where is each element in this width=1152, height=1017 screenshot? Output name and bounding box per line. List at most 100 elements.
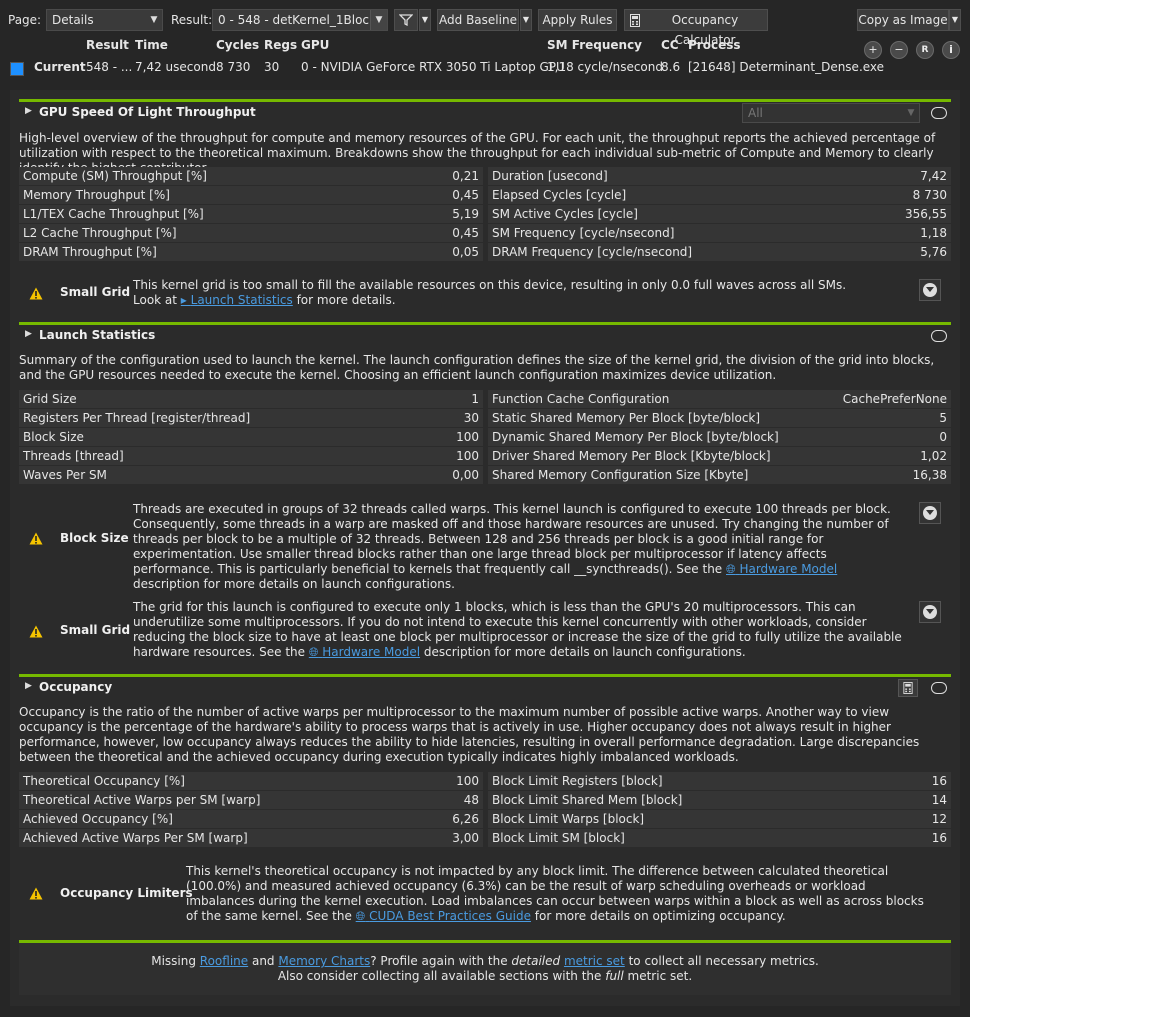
metric-row: DRAM Throughput [%] 0,05 — [19, 243, 483, 261]
metric-value: 0,21 — [452, 169, 479, 183]
expand-triangle-icon: ▶ — [25, 106, 32, 116]
expand-warning-button[interactable] — [919, 502, 941, 524]
globe-icon: 🌐︎ — [355, 909, 366, 923]
missing-sections-footer: Missing Roofline and Memory Charts? Prof… — [19, 940, 951, 995]
metric-value: 8 730 — [912, 188, 947, 202]
current-sm-frequency: 1,18 cycle/nsecond — [547, 60, 663, 74]
zoom-out-icon[interactable]: − — [890, 41, 908, 59]
metric-row: Driver Shared Memory Per Block [Kbyte/bl… — [488, 447, 951, 465]
section-description: Summary of the configuration used to lau… — [19, 353, 935, 382]
launch-statistics-link[interactable]: ▸ Launch Statistics — [181, 293, 293, 307]
current-gpu: 0 - NVIDIA GeForce RTX 3050 Ti Laptop GP… — [301, 60, 565, 74]
footer-text: Also consider collecting all available s… — [277, 969, 606, 983]
sol-filter-select[interactable]: All ▼ — [742, 103, 920, 123]
warning-text: This kernel grid is too small to fill th… — [133, 278, 873, 308]
warning-icon — [29, 625, 43, 638]
warning-name: Small Grid — [60, 285, 131, 299]
metric-row: Achieved Active Warps Per SM [warp] 3,00 — [19, 829, 483, 847]
section-title: Launch Statistics — [39, 328, 156, 342]
comment-icon[interactable] — [931, 330, 947, 342]
add-baseline-button[interactable]: Add Baseline — [437, 9, 519, 31]
expand-warning-button[interactable] — [919, 601, 941, 623]
col-process: Process — [688, 38, 741, 52]
page-select[interactable]: Details ▼ — [46, 9, 163, 31]
result-select[interactable]: 0 - 548 - detKernel_1Block ▼ — [212, 9, 388, 31]
metric-value: 100 — [456, 449, 479, 463]
roofline-link[interactable]: Roofline — [200, 954, 248, 968]
metric-row: Grid Size 1 — [19, 390, 483, 408]
metric-value: 5 — [939, 411, 947, 425]
add-baseline-dropdown-button[interactable]: ▼ — [520, 9, 532, 31]
apply-rules-button[interactable]: Apply Rules — [538, 9, 617, 31]
metric-value: CachePreferNone — [842, 392, 947, 406]
app-window: Page: Details ▼ Result: 0 - 548 - detKer… — [0, 0, 970, 1017]
metric-name: Block Limit SM [block] — [492, 831, 625, 845]
metric-name: Shared Memory Configuration Size [Kbyte] — [492, 468, 749, 482]
metric-value: 0,45 — [452, 188, 479, 202]
chevron-down-icon: ▼ — [522, 15, 530, 24]
occupancy-calculator-button[interactable]: Occupancy Calculator — [624, 9, 768, 47]
warning-text: This kernel's theoretical occupancy is n… — [186, 864, 936, 924]
cuda-best-practices-link-label: CUDA Best Practices Guide — [369, 909, 531, 923]
col-result: Result — [86, 38, 129, 52]
metric-name: Driver Shared Memory Per Block [Kbyte/bl… — [492, 449, 771, 463]
metric-name: Dynamic Shared Memory Per Block [byte/bl… — [492, 430, 779, 444]
metric-row: Elapsed Cycles [cycle] 8 730 — [488, 186, 951, 204]
comment-icon[interactable] — [931, 107, 947, 119]
sol-filter-value: All — [748, 106, 763, 120]
zoom-in-icon[interactable]: + — [864, 41, 882, 59]
metric-value: 14 — [931, 793, 947, 807]
metric-value: 1 — [471, 392, 479, 406]
section-header-launch[interactable]: ▶ Launch Statistics — [19, 326, 951, 346]
metric-value: 12 — [931, 812, 947, 826]
metric-row: SM Active Cycles [cycle] 356,55 — [488, 205, 951, 223]
expand-triangle-icon: ▶ — [25, 681, 32, 691]
footer-text: metric set. — [623, 969, 693, 983]
hardware-model-link[interactable]: 🌐︎ Hardware Model — [726, 562, 837, 576]
metric-name: Compute (SM) Throughput [%] — [23, 169, 207, 183]
reset-icon[interactable]: R — [916, 41, 934, 59]
occupancy-calculator-open-button[interactable] — [898, 679, 918, 697]
current-result[interactable]: 548 - ... — [86, 60, 132, 74]
copy-as-image-dropdown-button[interactable]: ▼ — [949, 9, 961, 31]
copy-as-image-button[interactable]: Copy as Image — [857, 9, 949, 31]
section-title: GPU Speed Of Light Throughput — [39, 105, 256, 119]
warning-text-after: description for more details on launch c… — [420, 645, 746, 659]
metric-row: Shared Memory Configuration Size [Kbyte]… — [488, 466, 951, 484]
metric-name: Memory Throughput [%] — [23, 188, 170, 202]
current-cycles: 8 730 — [216, 60, 251, 74]
metric-name: Grid Size — [23, 392, 77, 406]
col-gpu: GPU — [301, 38, 330, 52]
metric-value: 0,00 — [452, 468, 479, 482]
metric-name: Duration [usecond] — [492, 169, 608, 183]
footer-line-2: Also consider collecting all available s… — [19, 969, 951, 984]
metric-value: 16 — [931, 831, 947, 845]
cuda-best-practices-link[interactable]: 🌐︎ CUDA Best Practices Guide — [356, 909, 531, 923]
result-label: Result: — [171, 13, 213, 27]
metric-row: Threads [thread] 100 — [19, 447, 483, 465]
chevron-down-circle-icon — [923, 506, 937, 520]
current-label: Current — [34, 60, 86, 74]
filter-button[interactable] — [394, 9, 418, 31]
comment-icon[interactable] — [931, 682, 947, 694]
metric-value: 16 — [931, 774, 947, 788]
metric-set-link[interactable]: metric set — [564, 954, 625, 968]
metric-value: 48 — [463, 793, 479, 807]
metric-value: 1,18 — [920, 226, 947, 240]
memory-charts-link[interactable]: Memory Charts — [278, 954, 370, 968]
calculator-icon — [630, 14, 640, 27]
hardware-model-link[interactable]: 🌐︎ Hardware Model — [309, 645, 420, 659]
metric-row: Registers Per Thread [register/thread] 30 — [19, 409, 483, 427]
chevron-down-icon: ▼ — [421, 15, 429, 24]
warning-text: The grid for this launch is configured t… — [133, 600, 903, 660]
warning-icon — [29, 287, 43, 300]
filter-dropdown-button[interactable]: ▼ — [419, 9, 431, 31]
hardware-model-link-label: Hardware Model — [739, 562, 838, 576]
expand-warning-button[interactable] — [919, 279, 941, 301]
info-icon[interactable]: i — [942, 41, 960, 59]
metric-name: Registers Per Thread [register/thread] — [23, 411, 251, 425]
current-cc: 8.6 — [661, 60, 681, 74]
metric-value: 100 — [456, 774, 479, 788]
metric-name: Theoretical Occupancy [%] — [23, 774, 185, 788]
section-header-occupancy[interactable]: ▶ Occupancy — [19, 678, 951, 698]
